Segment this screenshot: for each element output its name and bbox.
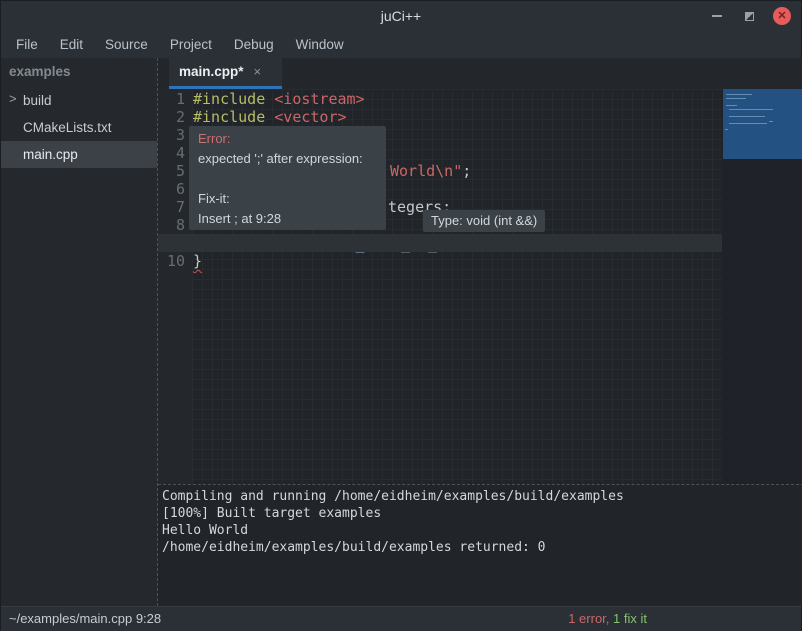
- minimap-code-stroke: [726, 98, 746, 99]
- close-button[interactable]: ✕: [769, 1, 795, 31]
- line-number: 1: [158, 90, 192, 108]
- close-icon: ✕: [773, 7, 791, 25]
- restore-button[interactable]: [737, 1, 761, 31]
- menu-item-debug[interactable]: Debug: [223, 33, 285, 56]
- error-tooltip: Error: expected ';' after expression: Fi…: [189, 126, 386, 230]
- tab-bar: main.cpp* ×: [158, 58, 802, 89]
- minimap[interactable]: [723, 89, 802, 159]
- terminal-output-line: Compiling and running /home/eidheim/exam…: [162, 488, 802, 505]
- minimap-code-stroke: [769, 121, 773, 122]
- error-tooltip-message: expected ';' after expression:: [198, 149, 377, 169]
- status-file-location: ~/examples/main.cpp 9:28: [9, 611, 161, 626]
- code-segment: }: [193, 252, 202, 270]
- menu-item-project[interactable]: Project: [159, 33, 223, 56]
- line-text: #include <vector>: [192, 108, 347, 126]
- overview-map-column: [722, 89, 802, 484]
- tree-item-label: main.cpp: [23, 147, 78, 162]
- file-tree: > build CMakeLists.txt main.cpp: [1, 87, 157, 168]
- error-tooltip-spacer: [198, 169, 377, 189]
- code-segment: <iostream>: [274, 90, 364, 108]
- line-number: 10: [158, 252, 192, 270]
- menu-item-file[interactable]: File: [5, 33, 49, 56]
- minimap-code-stroke: [729, 123, 767, 124]
- fixit-tooltip-line: Insert ; at 9:28: [198, 209, 377, 229]
- line-number: 2: [158, 108, 192, 126]
- line-text: #include <iostream>: [192, 90, 365, 108]
- code-line-10[interactable]: 10}: [158, 252, 722, 270]
- app-window: juCi++ ✕ FileEditSourceProjectDebugWindo…: [0, 0, 802, 630]
- expander-chevron-icon[interactable]: >: [9, 91, 17, 106]
- code-segment: ;: [462, 162, 471, 180]
- menu-item-edit[interactable]: Edit: [49, 33, 94, 56]
- line-number: 3: [158, 126, 192, 144]
- code-segment: #include: [193, 90, 274, 108]
- tree-item-build[interactable]: > build: [1, 87, 157, 114]
- minimize-button[interactable]: [705, 1, 729, 31]
- line-number: 6: [158, 180, 192, 198]
- status-fixit-count[interactable]: 1 fix it: [613, 611, 647, 626]
- title-bar: juCi++ ✕: [1, 1, 801, 31]
- line-text: }: [192, 252, 202, 270]
- menu-item-source[interactable]: Source: [94, 33, 159, 56]
- terminal-output-line: Hello World: [162, 522, 802, 539]
- status-bar: ~/examples/main.cpp 9:28 1 error, 1 fix …: [1, 606, 801, 631]
- line-number: 7: [158, 198, 192, 216]
- line-number: 4: [158, 144, 192, 162]
- type-tooltip: Type: void (int &&): [423, 210, 545, 232]
- menu-bar: FileEditSourceProjectDebugWindow: [1, 31, 801, 58]
- fixit-tooltip-title: Fix-it:: [198, 189, 377, 209]
- tree-item-label: build: [23, 93, 52, 108]
- status-error-count[interactable]: 1 error,: [568, 611, 613, 626]
- tab-main-cpp[interactable]: main.cpp* ×: [169, 58, 282, 89]
- code-line-2[interactable]: 2#include <vector>: [158, 108, 722, 126]
- current-line-highlight: [158, 234, 722, 252]
- line-number: 5: [158, 162, 192, 180]
- code-segment: <vector>: [274, 108, 346, 126]
- terminal-output-line: /home/eidheim/examples/build/examples re…: [162, 539, 802, 556]
- tree-item-main-cpp[interactable]: main.cpp: [1, 141, 157, 168]
- tree-item-cmakelists-txt[interactable]: CMakeLists.txt: [1, 114, 157, 141]
- minimize-icon: [712, 15, 722, 17]
- tree-item-label: CMakeLists.txt: [23, 120, 112, 135]
- code-segment: #include: [193, 108, 274, 126]
- build-output-terminal[interactable]: Compiling and running /home/eidheim/exam…: [158, 484, 802, 606]
- minimap-code-stroke: [729, 109, 773, 110]
- tab-label: main.cpp*: [179, 64, 244, 79]
- minimap-code-stroke: [729, 116, 765, 117]
- code-line-1[interactable]: 1#include <iostream>: [158, 90, 722, 108]
- file-tree-panel: examples > build CMakeLists.txt main.cpp: [1, 58, 157, 606]
- tab-close-icon[interactable]: ×: [254, 64, 262, 79]
- menu-item-window[interactable]: Window: [285, 33, 355, 56]
- terminal-output-line: [100%] Built target examples: [162, 505, 802, 522]
- status-diagnostics: 1 error, 1 fix it: [568, 611, 647, 626]
- minimap-code-stroke: [726, 105, 737, 106]
- minimap-code-stroke: [725, 129, 728, 130]
- error-tooltip-title: Error:: [198, 129, 377, 149]
- code-segment: World\n": [390, 162, 462, 180]
- minimap-code-stroke: [726, 94, 752, 95]
- line-number: 8: [158, 216, 192, 234]
- project-name-header: examples: [1, 58, 157, 87]
- restore-icon: [745, 12, 754, 21]
- window-title: juCi++: [1, 8, 801, 24]
